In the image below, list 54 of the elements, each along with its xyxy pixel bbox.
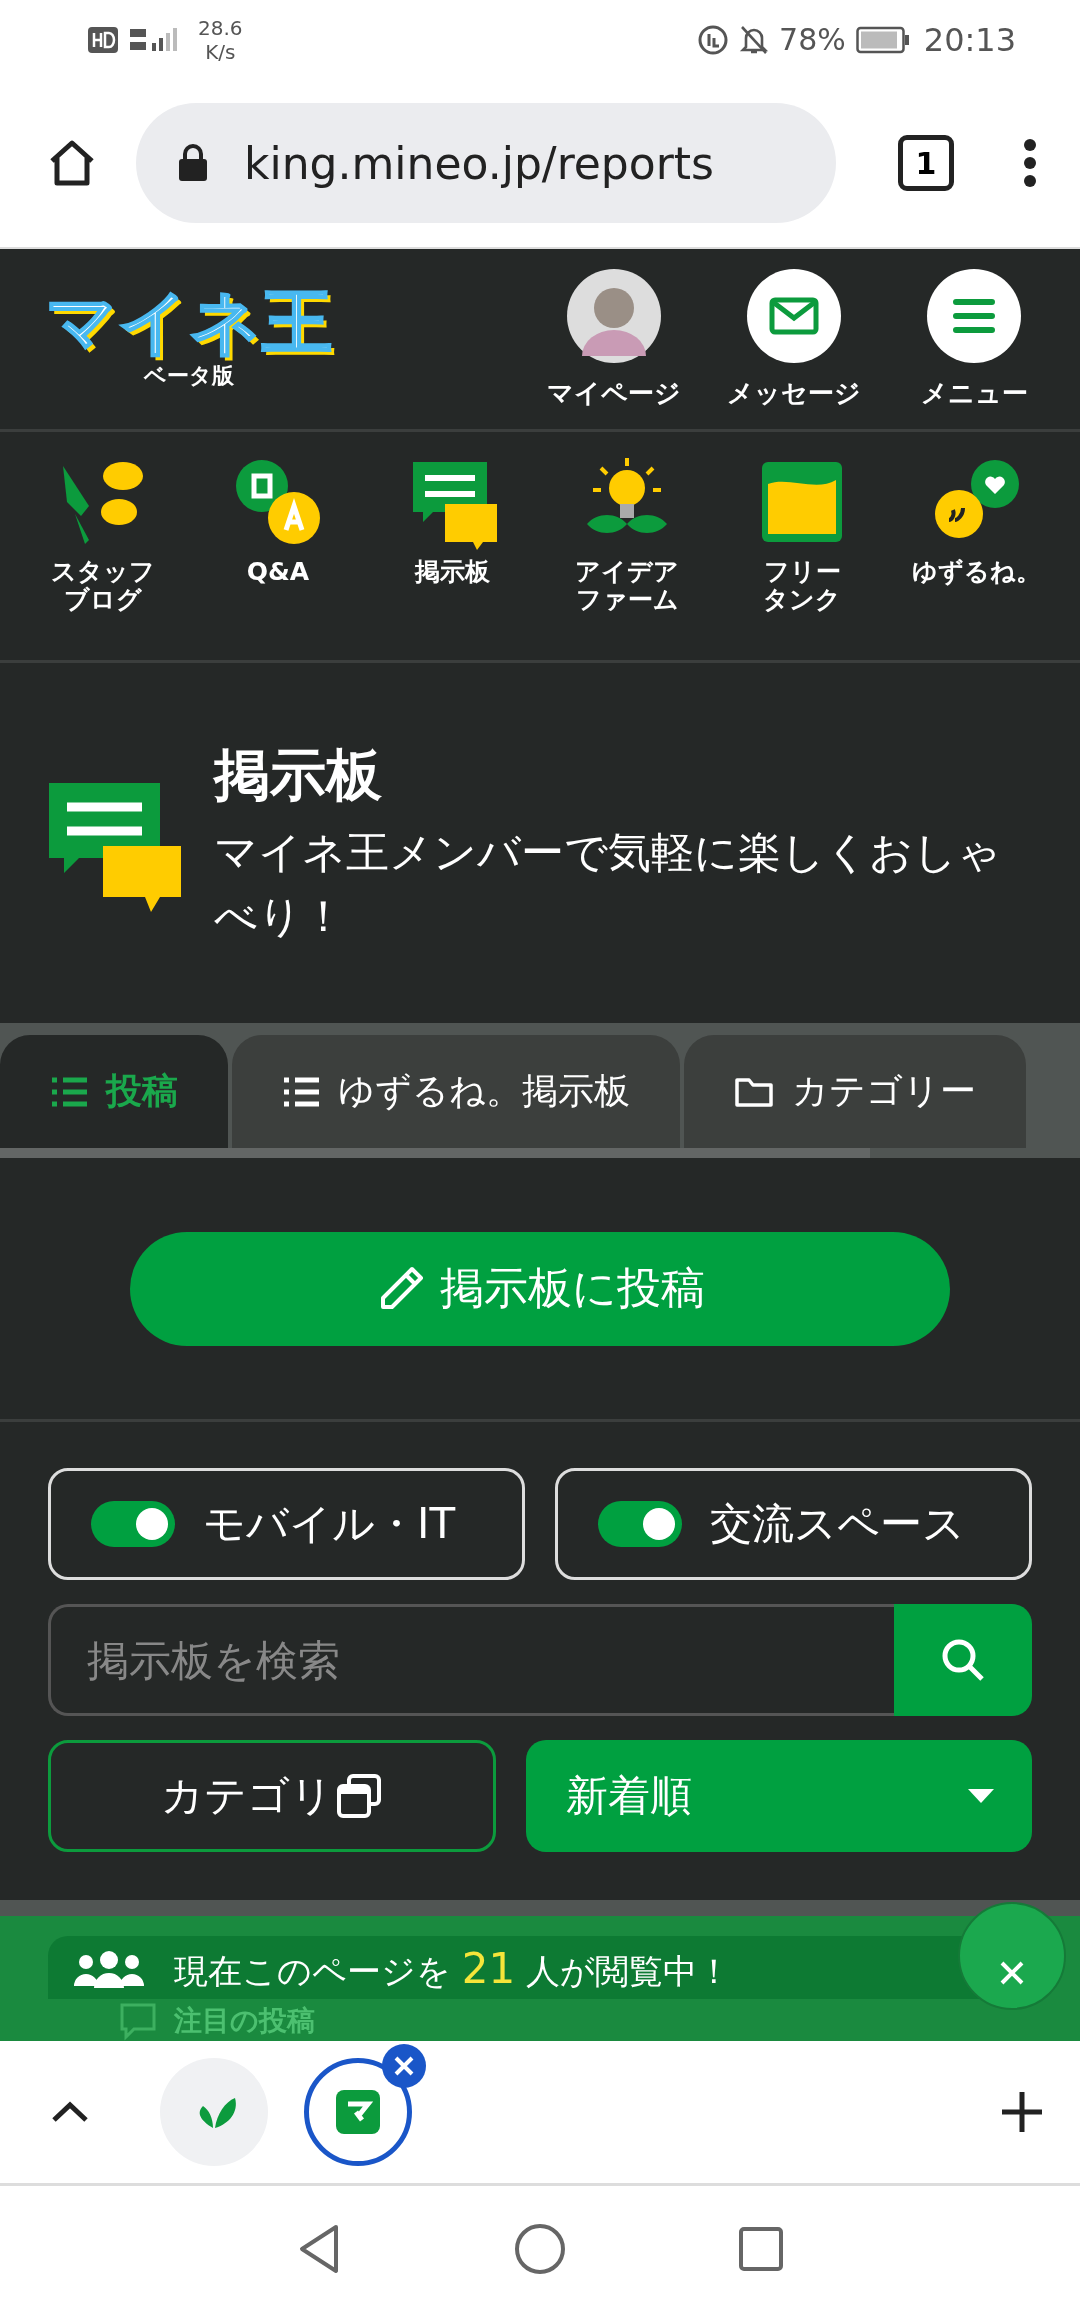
menu-icon	[926, 267, 1022, 364]
nav-label: スタッフ	[51, 558, 156, 586]
recents-icon[interactable]	[738, 2226, 784, 2273]
battery-level: 78%	[779, 22, 846, 58]
mail-icon	[746, 267, 842, 364]
tab[interactable]: カテゴリー	[684, 1035, 1026, 1149]
close-icon	[999, 1960, 1025, 1987]
folder-icon	[734, 1075, 774, 1108]
speed-unit: K/s	[205, 39, 236, 64]
network-speed: 28.6	[198, 15, 243, 40]
url-text: king.mineo.jp/reports	[244, 137, 714, 189]
list-icon	[282, 1076, 320, 1107]
people-icon	[72, 1949, 146, 1990]
tab[interactable]: 投稿	[0, 1035, 228, 1149]
clock: 20:13	[923, 20, 1016, 59]
list-icon	[50, 1076, 88, 1107]
header-action[interactable]: メニュー	[888, 267, 1060, 411]
toggle-switch[interactable]	[91, 1501, 175, 1548]
data-saver-icon	[697, 23, 730, 56]
page-title: 掲示板	[214, 740, 383, 809]
nav-label: Q&A	[246, 558, 310, 586]
header-action[interactable]: メッセージ	[708, 267, 880, 411]
home-button-icon[interactable]	[514, 2223, 566, 2276]
nav-label: ゆずるね。	[912, 558, 1042, 586]
comment-icon	[118, 2001, 158, 2042]
tab[interactable]: ゆずるね。掲示板	[232, 1035, 680, 1149]
avatar-icon	[566, 267, 662, 364]
address-bar[interactable]: king.mineo.jp/reports	[136, 103, 836, 224]
filter-toggle[interactable]: 交流スペース	[555, 1468, 1032, 1581]
logo-subtitle: ベータ版	[144, 362, 234, 391]
hd-icon	[88, 26, 118, 53]
nav-label: フリー	[763, 558, 841, 586]
site-logo[interactable]: マイネ王	[46, 287, 332, 358]
viewer-count-message: 現在このページを 21 人が閲覧中！	[174, 1944, 732, 1996]
category-button[interactable]: カテゴリ	[48, 1740, 496, 1853]
nav-label: タンク	[763, 585, 841, 614]
header-action[interactable]: マイページ	[528, 267, 700, 411]
filter-toggle[interactable]: モバイル・IT	[48, 1468, 525, 1581]
nav-label: ファーム	[575, 585, 679, 614]
nav-label: ブログ	[64, 585, 143, 614]
page-description: マイネ王メンバーで気軽に楽しくおしゃべり！	[214, 825, 1002, 944]
chevron-up-icon[interactable]	[50, 2100, 90, 2125]
lock-icon	[176, 143, 210, 184]
nav-label: 掲示板	[415, 558, 491, 586]
add-tab-icon[interactable]	[1000, 2090, 1044, 2135]
search-button[interactable]	[894, 1604, 1032, 1717]
search-field[interactable]: 掲示板を検索	[48, 1604, 894, 1717]
app-icon	[336, 2090, 380, 2135]
tab-count-button[interactable]: 1	[898, 135, 954, 192]
nav-label: アイデア	[575, 558, 680, 586]
close-tab-icon[interactable]	[382, 2044, 426, 2089]
battery-icon	[855, 25, 910, 54]
toggle-switch[interactable]	[598, 1501, 682, 1548]
windows-icon	[335, 1772, 383, 1821]
